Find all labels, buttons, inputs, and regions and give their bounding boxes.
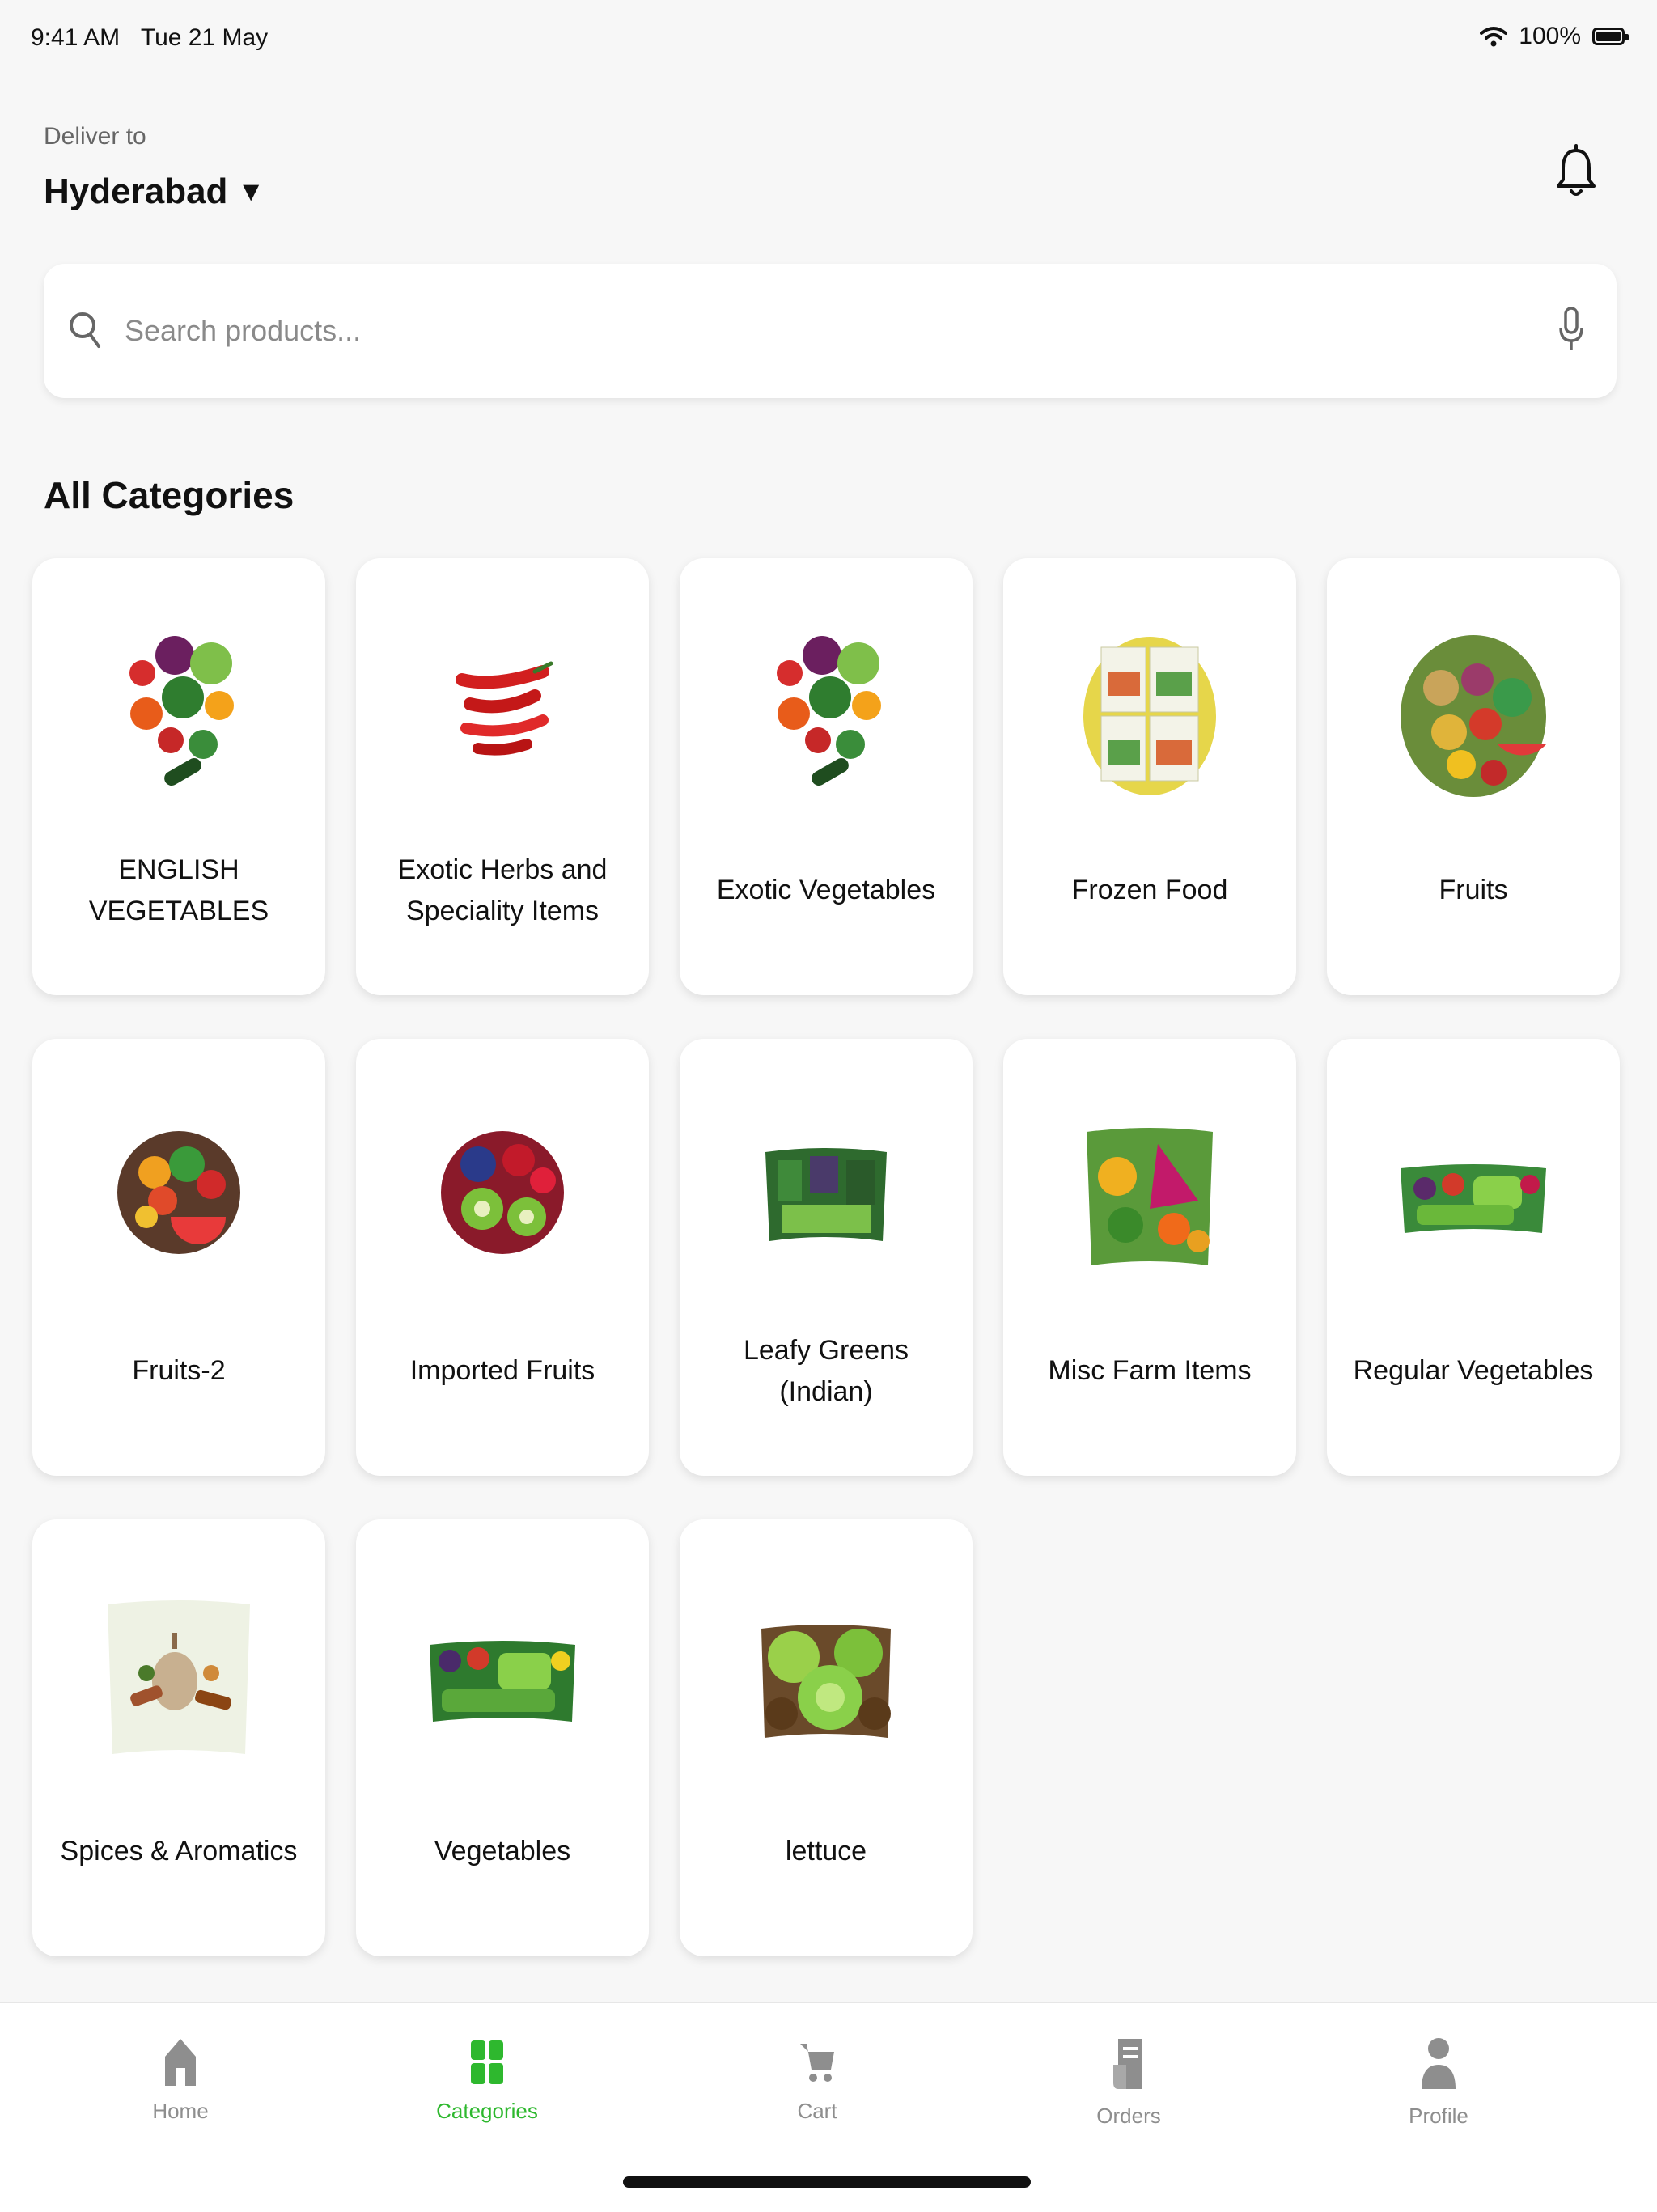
category-card-spices-aromatics[interactable]: Spices & Aromatics: [32, 1519, 325, 1956]
search-icon: [70, 312, 100, 348]
category-label: Exotic Herbs and Speciality Items: [397, 854, 608, 926]
grid-icon: [471, 2040, 503, 2084]
category-label: Fruits: [1439, 874, 1508, 905]
battery-icon: [1592, 28, 1629, 45]
status-indicators: 100%: [1480, 23, 1629, 50]
category-label: Frozen Food: [1071, 874, 1228, 905]
category-label: Spices & Aromatics: [60, 1835, 298, 1867]
category-card-frozen-food[interactable]: Frozen Food: [1003, 558, 1296, 995]
fruits-image: [1392, 623, 1554, 809]
category-card-fruits-2[interactable]: Fruits-2: [32, 1039, 325, 1476]
category-card-regular-vegetables[interactable]: Regular Vegetables: [1327, 1039, 1620, 1476]
tab-label: Categories: [436, 2099, 538, 2123]
deliver-to-label: Deliver to: [44, 123, 146, 150]
status-bar: 9:41 AM Tue 21 May 100%: [0, 0, 1657, 81]
english-vegetables-image: [98, 623, 260, 809]
tab-orders[interactable]: Orders: [1040, 2036, 1218, 2129]
cart-icon: [800, 2044, 834, 2082]
misc-farm-items-image: [1069, 1104, 1231, 1290]
category-label: lettuce: [785, 1835, 867, 1867]
battery-percent: 100%: [1519, 23, 1581, 49]
category-card-leafy-greens[interactable]: Leafy Greens (Indian): [680, 1039, 973, 1476]
category-card-english-vegetables[interactable]: ENGLISH VEGETABLES: [32, 558, 325, 995]
location-selector[interactable]: Hyderabad ▼: [44, 172, 265, 212]
category-card-imported-fruits[interactable]: Imported Fruits: [356, 1039, 649, 1476]
home-indicator: [623, 2176, 1031, 2188]
tab-label: Home: [152, 2099, 209, 2123]
category-label: Imported Fruits: [409, 1354, 595, 1386]
tab-label: Cart: [797, 2099, 837, 2123]
tab-home[interactable]: Home: [91, 2036, 269, 2124]
bell-icon[interactable]: [1557, 138, 1596, 207]
spices-aromatics-image: [98, 1584, 260, 1770]
category-card-misc-farm-items[interactable]: Misc Farm Items: [1003, 1039, 1296, 1476]
exotic-vegetables-image: [745, 623, 907, 809]
category-label: Regular Vegetables: [1353, 1354, 1594, 1386]
category-label: Exotic Vegetables: [716, 874, 936, 905]
section-title-all-categories: All Categories: [44, 474, 295, 516]
search-bar[interactable]: [44, 264, 1617, 398]
tab-profile[interactable]: Profile: [1350, 2036, 1528, 2129]
status-time-date: 9:41 AM Tue 21 May: [31, 24, 282, 52]
fruits-2-image: [98, 1104, 260, 1290]
category-label: Fruits-2: [132, 1354, 226, 1386]
location-name: Hyderabad: [44, 172, 228, 211]
tab-label: Orders: [1096, 2104, 1161, 2128]
frozen-food-image: [1069, 623, 1231, 809]
tab-cart[interactable]: Cart: [728, 2036, 906, 2124]
exotic-herbs-image: [422, 623, 583, 809]
status-date: Tue 21 May: [140, 24, 269, 51]
tab-categories[interactable]: Categories: [398, 2036, 576, 2124]
category-label: Misc Farm Items: [1048, 1354, 1252, 1386]
tab-label: Profile: [1409, 2104, 1468, 2128]
category-label: Leafy Greens (Indian): [743, 1335, 909, 1407]
category-label: Vegetables: [434, 1835, 571, 1867]
vegetables-image: [422, 1584, 583, 1770]
category-card-exotic-vegetables[interactable]: Exotic Vegetables: [680, 558, 973, 995]
wifi-icon: [1480, 27, 1508, 47]
category-card-fruits[interactable]: Fruits: [1327, 558, 1620, 995]
caret-down-icon: ▼: [237, 176, 265, 207]
category-card-exotic-herbs[interactable]: Exotic Herbs and Speciality Items: [356, 558, 649, 995]
orders-icon: [1113, 2039, 1142, 2089]
search-input[interactable]: [123, 313, 1558, 349]
lettuce-image: [745, 1584, 907, 1770]
home-icon: [165, 2039, 196, 2086]
category-card-lettuce[interactable]: lettuce: [680, 1519, 973, 1956]
category-card-vegetables[interactable]: Vegetables: [356, 1519, 649, 1956]
category-label: ENGLISH VEGETABLES: [88, 854, 269, 926]
profile-icon: [1422, 2038, 1456, 2089]
microphone-icon[interactable]: [1558, 307, 1584, 355]
status-time: 9:41 AM: [31, 24, 121, 51]
regular-vegetables-image: [1392, 1104, 1554, 1290]
category-grid: ENGLISH VEGETABLES Exotic Herbs and Spec…: [32, 558, 1620, 1956]
imported-fruits-image: [422, 1104, 583, 1290]
leafy-greens-image: [745, 1104, 907, 1290]
